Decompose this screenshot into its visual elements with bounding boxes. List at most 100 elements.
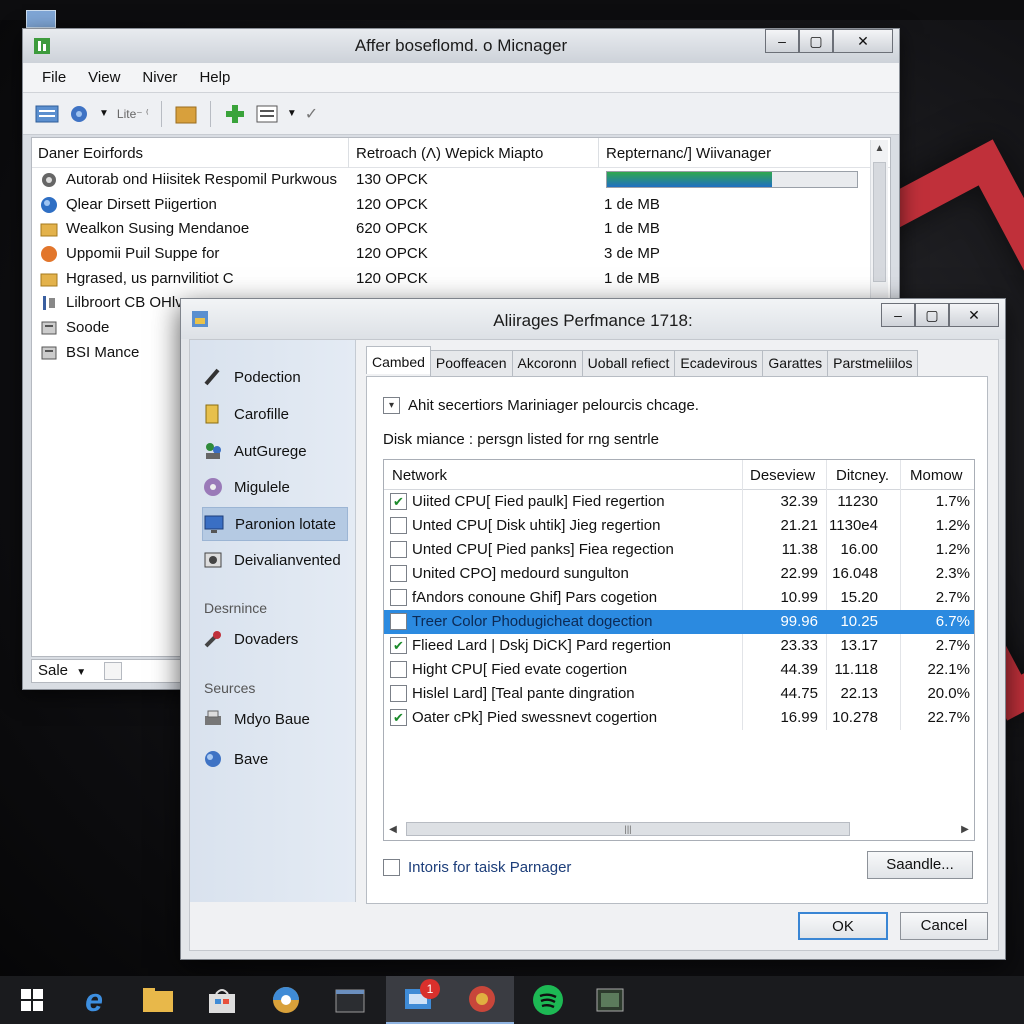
media-icon[interactable]: [578, 976, 642, 1024]
row-checkbox[interactable]: [390, 565, 407, 582]
sidebar-item-mdyo-baue[interactable]: Mdyo Baue: [202, 702, 348, 736]
process-row[interactable]: Qlear Dirsett Piigertion 120 OPCK 1 de MB: [32, 193, 890, 218]
dialog-maximize-button[interactable]: ▢: [915, 303, 949, 327]
tab-pooffeacen[interactable]: Pooffeacen: [429, 350, 513, 376]
sidebar-item-dovaders[interactable]: Dovaders: [202, 622, 348, 656]
process-usage: 120 OPCK: [356, 195, 428, 213]
tab-garattes[interactable]: Garattes: [762, 350, 829, 376]
scroll-thumb[interactable]: [873, 162, 886, 282]
folder-tool-icon[interactable]: [174, 103, 198, 125]
dropdown-arrow-icon[interactable]: ▼: [287, 108, 297, 119]
footer-option-row[interactable]: Intoris for taisk Parnager: [383, 859, 571, 876]
terminal-icon[interactable]: [318, 976, 382, 1024]
row-checkbox[interactable]: ✔: [390, 637, 407, 654]
option-checkbox[interactable]: ▾: [383, 397, 400, 414]
scroll-up-icon[interactable]: ▲: [871, 140, 888, 158]
chrome-active-icon[interactable]: [450, 976, 514, 1024]
process-row[interactable]: Autorab ond Hiisitek Respomil Purkwous 13…: [32, 168, 890, 193]
grid-row[interactable]: Treer Color Phodugicheat dogection 99.96 1…: [384, 610, 974, 634]
process-name: Soode: [66, 319, 110, 337]
grid-column-ditcney[interactable]: Ditcney.: [836, 467, 889, 484]
row-checkbox[interactable]: [390, 517, 407, 534]
row-checkbox[interactable]: [390, 613, 407, 630]
grid-column-deseview[interactable]: Deseview: [750, 467, 815, 484]
edge-browser-icon[interactable]: e: [62, 976, 126, 1024]
process-row[interactable]: Wealkon Susing Mendanoe 620 OPCK 1 de MB: [32, 217, 890, 242]
row-checkbox[interactable]: [390, 661, 407, 678]
column-header-name[interactable]: Daner Eoirfords: [38, 145, 143, 162]
row-checkbox[interactable]: [390, 685, 407, 702]
tab-ecadevirous[interactable]: Ecadevirous: [674, 350, 764, 376]
grid-row[interactable]: ✔ Oater cPk] Pied swessnevt cogertion 16.9…: [384, 706, 974, 730]
tab-parstmeliilos[interactable]: Parstmeliilos: [827, 350, 919, 376]
row-checkbox[interactable]: [390, 589, 407, 606]
sidebar-item-carofille[interactable]: Carofille: [202, 397, 348, 431]
row-ditcney: 13.17: [840, 637, 878, 654]
sidebar-item-label: Deivalianvented: [234, 551, 341, 569]
cancel-button[interactable]: Cancel: [900, 912, 988, 940]
sidebar-item-migulele[interactable]: Migulele: [202, 470, 348, 504]
grid-row[interactable]: fAndors conoune Ghif] Pars cogetion 10.99…: [384, 586, 974, 610]
store-icon[interactable]: [190, 976, 254, 1024]
process-row[interactable]: Hgrased, us parnvilitiot C 120 OPCK 1 de M…: [32, 267, 890, 292]
sidebar-item-autgurege[interactable]: AutGurege: [202, 434, 348, 468]
status-dropdown[interactable]: Sale ▼: [31, 659, 203, 683]
minimize-button[interactable]: –: [765, 29, 799, 53]
option-row-1[interactable]: ▾ Ahit secertiors Mariniager pelourcis c…: [383, 397, 699, 414]
menu-niver[interactable]: Niver: [131, 69, 188, 86]
scroll-left-icon[interactable]: ◀: [386, 824, 400, 835]
tab-akcoronn[interactable]: Akcoronn: [511, 350, 583, 376]
maximize-button[interactable]: ▢: [799, 29, 833, 53]
list-view-icon[interactable]: [35, 103, 59, 125]
menu-help[interactable]: Help: [188, 69, 241, 86]
scroll-thumb[interactable]: |||: [406, 822, 850, 836]
ok-button[interactable]: OK: [798, 912, 888, 940]
row-name: Treer Color Phodugicheat dogection: [412, 613, 653, 630]
close-button[interactable]: ✕: [833, 29, 893, 53]
row-checkbox[interactable]: [390, 541, 407, 558]
sidebar-item-podection[interactable]: Podection: [202, 360, 348, 394]
grid-column-momow[interactable]: Momow: [910, 467, 963, 484]
tab-cambed[interactable]: Cambed: [366, 346, 431, 374]
network-tool-icon[interactable]: [67, 103, 91, 125]
sidebar-item-deivalianvented[interactable]: Deivalianvented: [202, 543, 348, 577]
footer-checkbox[interactable]: [383, 859, 400, 876]
properties-icon[interactable]: [255, 103, 279, 125]
menu-view[interactable]: View: [77, 69, 131, 86]
dialog-minimize-button[interactable]: –: [881, 303, 915, 327]
grid-row[interactable]: United CPO] medourd sungulton 22.99 16.048…: [384, 562, 974, 586]
scroll-right-icon[interactable]: ▶: [958, 824, 972, 835]
add-icon[interactable]: [223, 103, 247, 125]
column-header-retroach[interactable]: Retroach (Λ) Wepick Miapto: [356, 145, 543, 162]
spotify-icon[interactable]: [516, 976, 580, 1024]
chrome-icon[interactable]: [254, 976, 318, 1024]
row-checkbox[interactable]: ✔: [390, 493, 407, 510]
process-row[interactable]: Uppomii Puil Suppe for 120 OPCK 3 de MP: [32, 242, 890, 267]
process-name: BSI Mance: [66, 343, 140, 361]
check-icon[interactable]: ✓: [305, 104, 318, 124]
network-icon: [205, 751, 221, 767]
grid-column-network[interactable]: Network: [392, 467, 447, 484]
row-checkbox[interactable]: ✔: [390, 709, 407, 726]
grid-row[interactable]: Unted CPU[ Pied panks] Fiea regection 11.…: [384, 538, 974, 562]
sidebar-item-bave[interactable]: Bave: [202, 742, 348, 776]
grid-row[interactable]: Unted CPU[ Disk uhtik] Jieg regertion 21.…: [384, 514, 974, 538]
menu-file[interactable]: File: [31, 69, 77, 86]
sidebar-section-desrnince: Desrnince: [204, 600, 268, 616]
file-explorer-icon[interactable]: [126, 976, 190, 1024]
sidebar-item-paronion-lotate[interactable]: Paronion lotate: [202, 507, 348, 541]
grid-row[interactable]: Hislel Lard] [Teal pante dingration 44.75…: [384, 682, 974, 706]
horizontal-scrollbar[interactable]: ◀ ||| ▶: [386, 820, 972, 838]
grid-row[interactable]: ✔ Flieed Lard | Dskj DiCK] Pard regertion…: [384, 634, 974, 658]
column-header-performance[interactable]: Repternanc/] Wiivanager: [606, 145, 771, 162]
handle-button[interactable]: Saandle...: [867, 851, 973, 879]
tab-uoball-refiect[interactable]: Uoball refiect: [581, 350, 676, 376]
grid-row[interactable]: Hight CPU[ Fied evate cogertion 44.39 11.1…: [384, 658, 974, 682]
app-window-icon[interactable]: 1: [386, 976, 450, 1024]
grid-row[interactable]: ✔ Uiited CPU[ Fied paulk] Fied regertion 3…: [384, 490, 974, 514]
main-titlebar[interactable]: Affer boseflomd. o Micnager – ▢ ✕: [23, 29, 899, 63]
dialog-titlebar[interactable]: Aliirages Perfmance 1718: – ▢ ✕: [181, 299, 1005, 339]
windows-start-icon[interactable]: [0, 976, 64, 1024]
dropdown-arrow-icon[interactable]: ▼: [99, 108, 109, 119]
dialog-close-button[interactable]: ✕: [949, 303, 999, 327]
